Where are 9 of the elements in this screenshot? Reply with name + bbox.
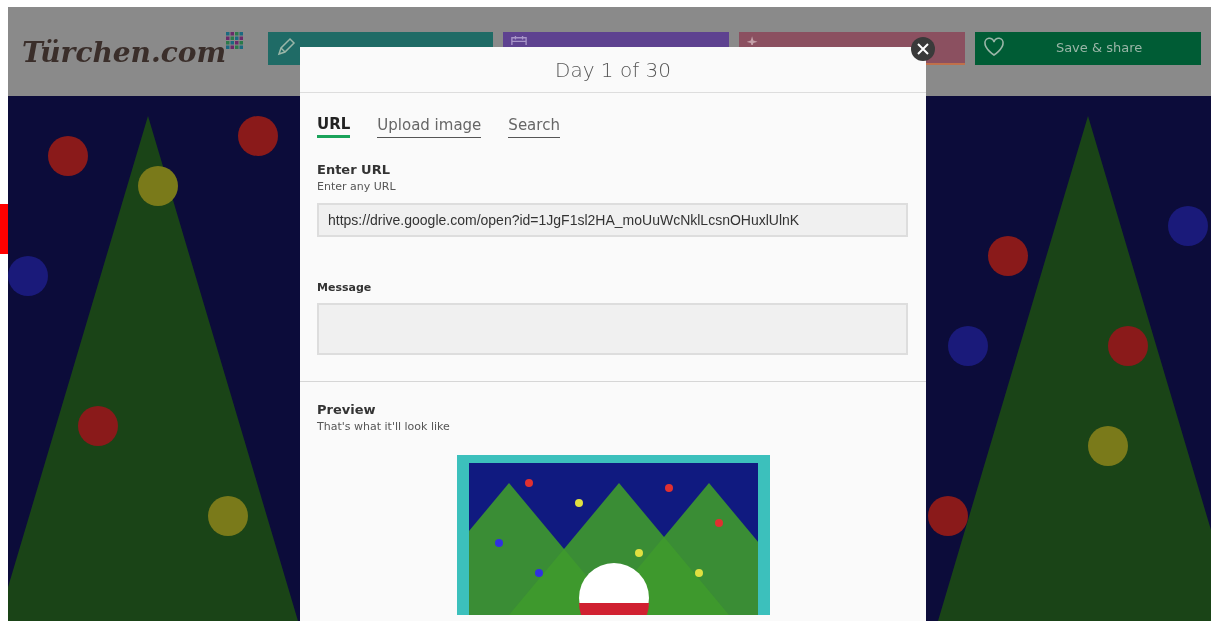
heart-icon <box>983 37 1006 57</box>
logo[interactable]: Türchen.com <box>22 36 227 69</box>
dialog-title: Day 1 of 30 <box>300 47 926 93</box>
close-icon <box>917 43 929 55</box>
sparkle-icon <box>747 36 759 45</box>
side-marker <box>0 204 8 254</box>
grid-icon <box>226 32 245 50</box>
calendar-icon <box>511 35 528 45</box>
save-share-button[interactable]: Save & share <box>975 32 1201 65</box>
